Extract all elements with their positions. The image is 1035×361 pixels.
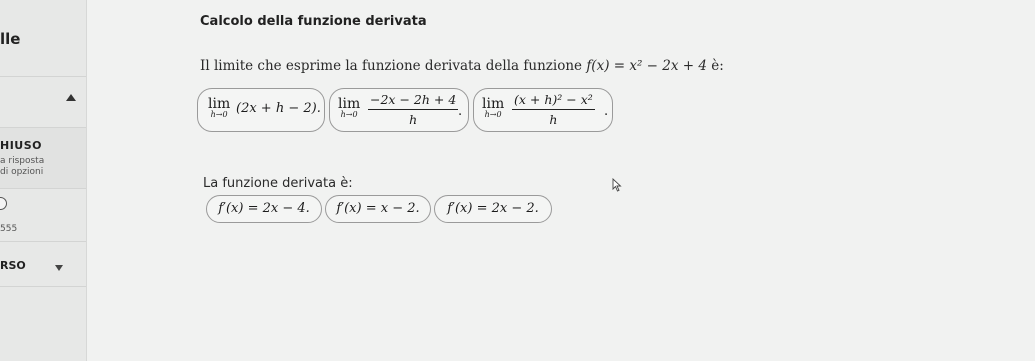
- sidebar-row[interactable]: [0, 77, 86, 128]
- lim-subscript: h→0: [484, 110, 502, 119]
- derivative-prompt: La funzione derivata è:: [203, 176, 353, 191]
- limit-option-1[interactable]: lim h→0 (2x + h − 2).: [197, 88, 325, 132]
- limit-fraction: (x + h)² − x² h: [512, 92, 595, 127]
- mouse-cursor-icon: [612, 178, 622, 192]
- limit-option-2[interactable]: lim h→0 −2x − 2h + 4 h .: [329, 88, 469, 132]
- lim-subscript: h→0: [340, 110, 358, 119]
- fraction-end: .: [604, 104, 609, 119]
- answer-option-2[interactable]: f′(x) = x − 2.: [325, 195, 431, 223]
- answer-option-3[interactable]: f′(x) = 2x − 2.: [434, 195, 552, 223]
- limit-symbol: lim h→0: [338, 96, 360, 119]
- question-prefix: Il limite che esprime la funzione deriva…: [200, 58, 583, 74]
- limit-option-3[interactable]: lim h→0 (x + h)² − x² h .: [473, 88, 613, 132]
- fraction-numerator: (x + h)² − x²: [512, 92, 595, 110]
- triangle-up-icon[interactable]: [66, 94, 76, 101]
- triangle-down-icon[interactable]: [55, 265, 63, 271]
- sidebar-number: 555: [0, 224, 18, 234]
- sidebar-top-label: lle: [0, 30, 21, 48]
- question-text: Il limite che esprime la funzione deriva…: [200, 58, 724, 74]
- sidebar-bottom-label: RSO: [0, 259, 26, 272]
- sidebar-row[interactable]: [0, 189, 86, 242]
- exercise-title: Calcolo della funzione derivata: [200, 14, 427, 29]
- limit-expression: (2x + h − 2).: [236, 101, 321, 116]
- answer-option-1[interactable]: f′(x) = 2x − 4.: [206, 195, 322, 223]
- answer-text: f′(x) = 2x − 2.: [447, 201, 539, 216]
- fraction-denominator: h: [549, 112, 558, 127]
- lim-subscript: h→0: [210, 110, 228, 119]
- answer-text: f′(x) = x − 2.: [336, 201, 420, 216]
- fraction-denominator: h: [409, 112, 418, 127]
- answer-text: f′(x) = 2x − 4.: [218, 201, 310, 216]
- fraction-end: .: [458, 104, 463, 119]
- fraction-numerator: −2x − 2h + 4: [368, 92, 459, 110]
- sidebar-subtitle: a risposta: [0, 156, 45, 166]
- question-function: f(x) = x² − 2x + 4: [586, 58, 707, 74]
- sidebar-section-title: HIUSO: [0, 139, 43, 152]
- limit-fraction: −2x − 2h + 4 h: [368, 92, 459, 127]
- sidebar: lle HIUSO a risposta di opzioni 555 RSO: [0, 0, 87, 361]
- limit-symbol: lim h→0: [208, 96, 230, 119]
- question-suffix: è:: [711, 58, 724, 74]
- limit-symbol: lim h→0: [482, 96, 504, 119]
- sidebar-subtitle: di opzioni: [0, 167, 44, 177]
